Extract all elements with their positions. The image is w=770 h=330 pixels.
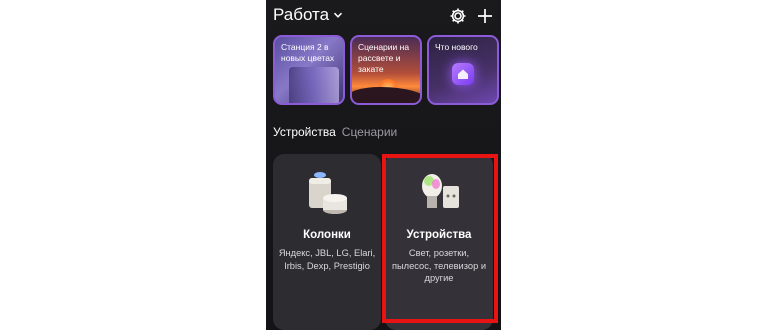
story-card[interactable]: Станция 2 в новых цветах (273, 35, 345, 105)
story-card[interactable]: Сценарии на рассвете и закате (350, 35, 422, 105)
tab-scenarios[interactable]: Сценарии (342, 125, 397, 139)
speakers-icon (273, 164, 381, 224)
chevron-down-icon (333, 10, 343, 20)
home-selector[interactable]: Работа (273, 5, 343, 25)
devices-icon (385, 164, 493, 224)
tabs: Устройства Сценарии (273, 125, 397, 139)
card-title: Устройства (406, 229, 472, 241)
devices-card[interactable]: Устройства Свет, розетки, пылесос, телев… (385, 154, 493, 330)
story-label: Что нового (435, 42, 478, 52)
story-card[interactable]: Что нового (427, 35, 499, 105)
story-label: Станция 2 в новых цветах (281, 42, 335, 63)
gear-icon[interactable] (448, 6, 468, 26)
hills-image (352, 87, 420, 103)
card-description: Свет, розетки, пылесос, телевизор и друг… (391, 248, 487, 283)
stories-row: Станция 2 в новых цветах Сценарии на рас… (273, 35, 499, 107)
card-description: Яндекс, JBL, LG, Elari, Irbis, Dexp, Pre… (278, 248, 376, 271)
add-icon[interactable] (475, 6, 495, 26)
home-app-icon (452, 63, 474, 85)
header: Работа (266, 0, 501, 34)
card-title: Колонки (303, 229, 351, 241)
story-label: Сценарии на рассвете и закате (358, 42, 410, 74)
story-image (289, 67, 339, 103)
speakers-card[interactable]: Колонки Яндекс, JBL, LG, Elari, Irbis, D… (273, 154, 381, 330)
app-screen: Работа Станция 2 в новых цветах Сценарии… (266, 0, 501, 330)
tab-devices[interactable]: Устройства (273, 125, 336, 139)
home-title: Работа (273, 5, 330, 24)
